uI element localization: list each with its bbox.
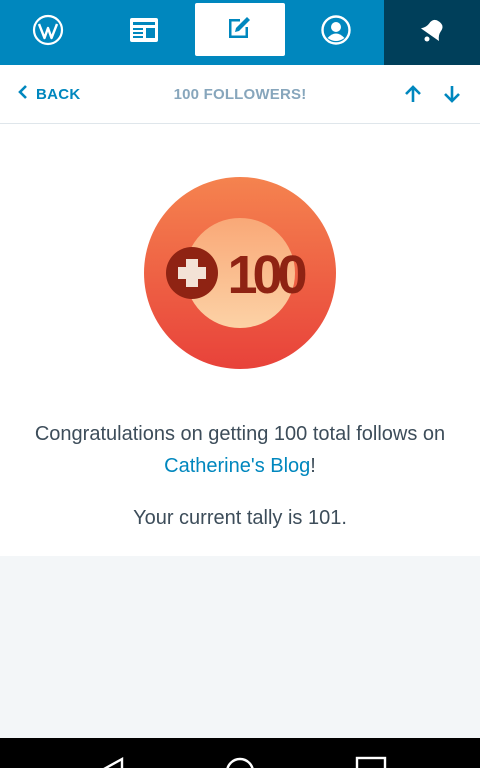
recents-icon[interactable]: [355, 756, 387, 768]
notifications-icon: [417, 15, 447, 50]
arrow-up-icon: [403, 85, 423, 108]
message-text: Congratulations on getting 100 total fol…: [34, 423, 446, 445]
top-tab-bar: [0, 0, 480, 65]
me-icon: [320, 14, 352, 51]
previous-button[interactable]: [403, 84, 423, 109]
tab-my-sites[interactable]: [0, 0, 96, 65]
tab-me[interactable]: [288, 0, 384, 65]
reader-icon: [129, 17, 159, 48]
badge-number: 100: [227, 245, 305, 305]
next-button[interactable]: [442, 84, 462, 109]
notification-content: 100 Congratulations on getting 100 total…: [0, 124, 480, 556]
back-icon[interactable]: [100, 756, 126, 768]
arrow-down-icon: [442, 86, 462, 108]
blog-link[interactable]: Catherine's Blog: [164, 455, 310, 477]
tab-notifications[interactable]: [384, 0, 480, 65]
tally-text: Your current tally is 101.: [133, 507, 347, 529]
message-suffix: !: [310, 455, 316, 477]
notification-header: BACK 100 FOLLOWERS!: [0, 65, 480, 124]
write-button[interactable]: [195, 3, 285, 56]
tab-reader[interactable]: [96, 0, 192, 65]
wordpress-icon: [32, 14, 64, 51]
home-icon[interactable]: [224, 756, 256, 768]
tab-write[interactable]: [192, 0, 288, 65]
achievement-badge: 100: [144, 177, 336, 369]
congrats-message: Congratulations on getting 100 total fol…: [20, 418, 460, 482]
write-post-icon: [225, 12, 255, 47]
system-nav-bar: [0, 738, 480, 768]
